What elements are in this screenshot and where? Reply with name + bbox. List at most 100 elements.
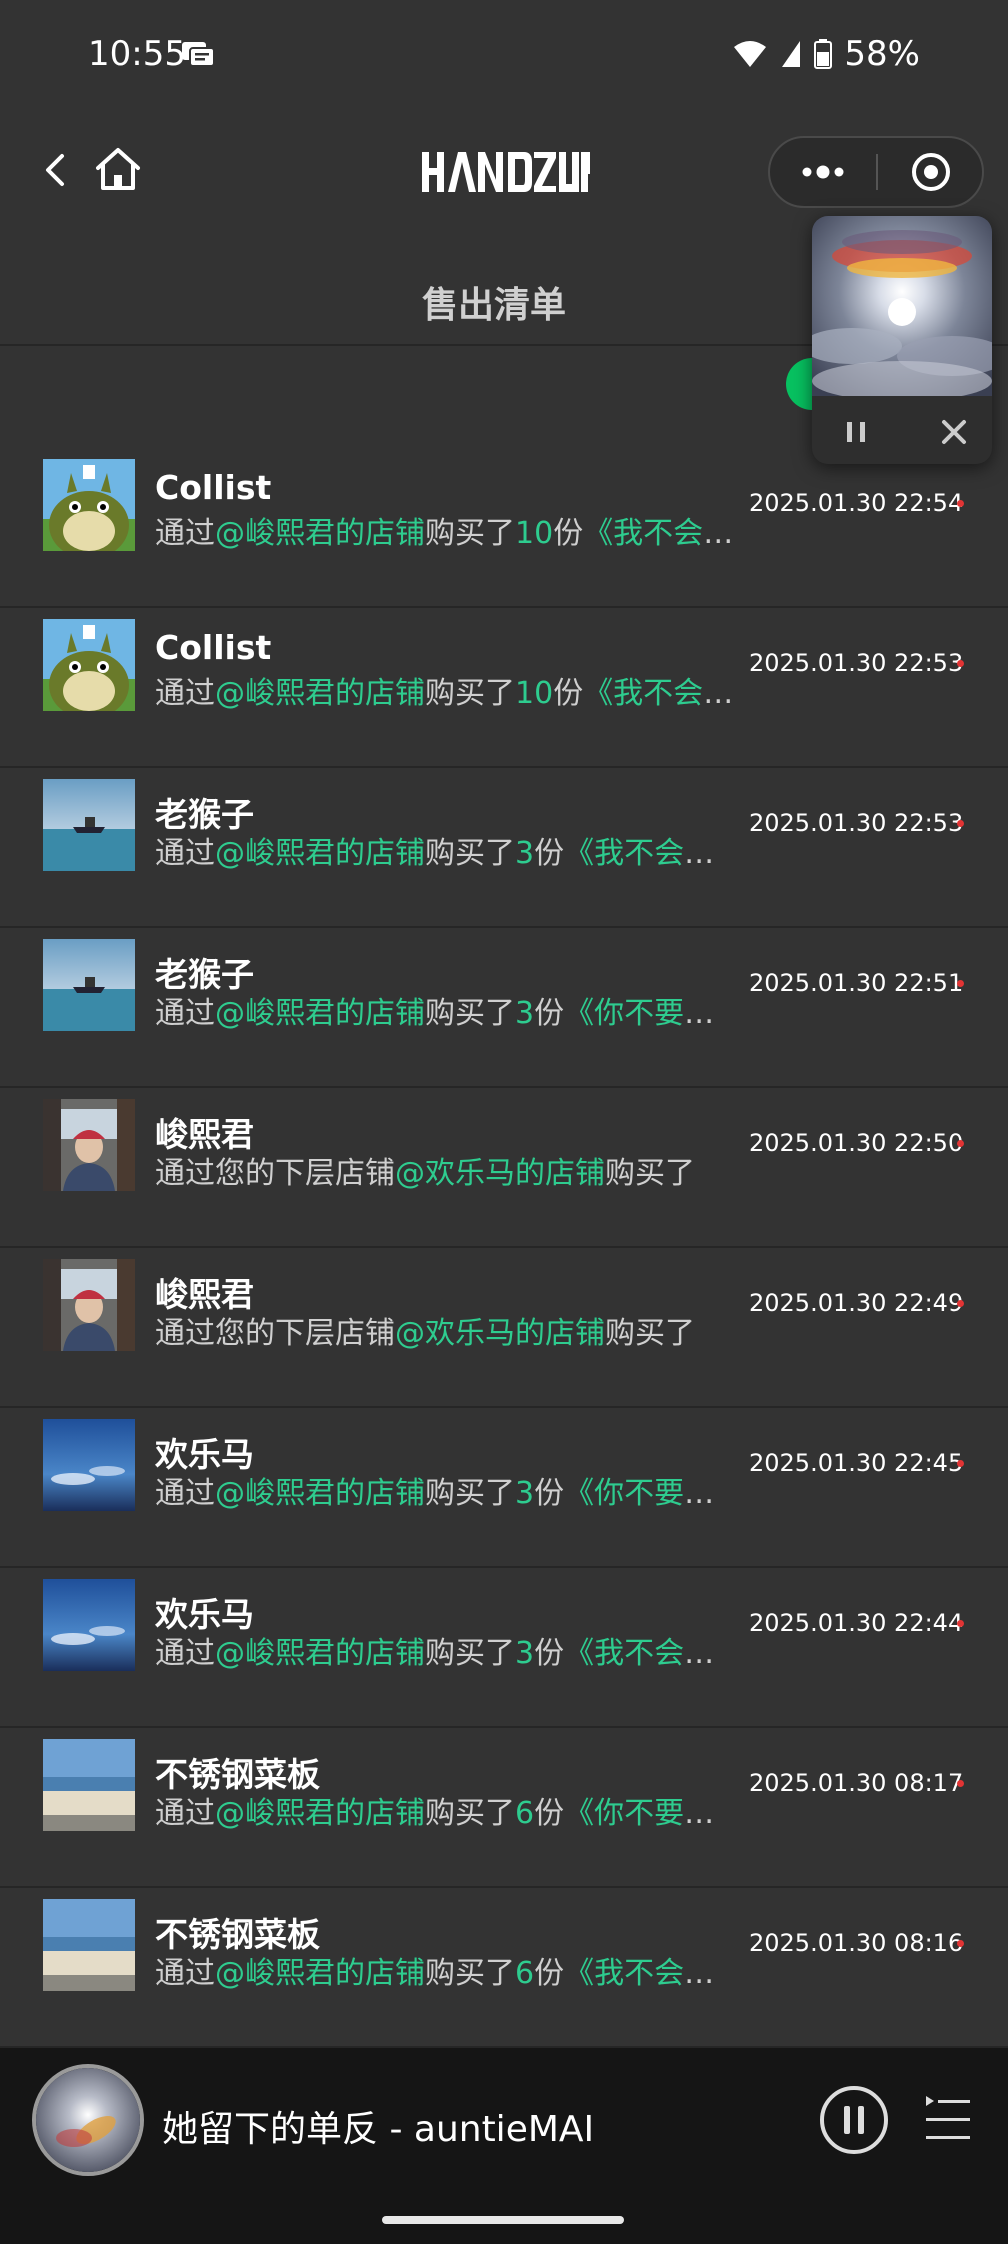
avatar — [43, 939, 135, 1031]
floating-player[interactable] — [812, 216, 992, 464]
unread-dot — [957, 500, 964, 507]
shop-link[interactable]: @峻熙君的店铺 — [215, 1956, 425, 1991]
desc-prefix: 通过 — [155, 1636, 215, 1671]
list-item[interactable]: 欢乐马 通过@峻熙君的店铺购买了3份《我不会问你 2025.01.30 22:4… — [0, 1568, 1008, 1728]
unread-dot — [957, 820, 964, 827]
unit: 份 — [534, 996, 565, 1031]
status-time: 10:55 — [88, 34, 186, 74]
more-icon — [802, 165, 844, 179]
timestamp: 2025.01.30 08:16 — [749, 1929, 964, 1957]
purchase-description: 通过@峻熙君的店铺购买了6份《你不要再问 — [155, 1788, 737, 1832]
purchase-description: 通过@峻熙君的店铺购买了3份《你不要再问 — [155, 988, 737, 1032]
timestamp: 2025.01.30 22:49 — [749, 1289, 964, 1317]
unit: 份 — [553, 676, 584, 711]
avatar — [43, 1419, 135, 1511]
target-icon — [912, 153, 950, 191]
purchase-description: 通过@峻熙君的店铺购买了3份《我不会问你 — [155, 828, 737, 872]
desc-verb: 购买了 — [425, 1796, 515, 1831]
desc-verb: 购买了 — [605, 1316, 695, 1351]
item-title: 《你不要再问 — [564, 1796, 737, 1831]
purchase-description: 通过您的下层店铺@欢乐马的店铺购买了 — [155, 1148, 737, 1192]
sales-list: Collist 通过@峻熙君的店铺购买了10份《我不会问你 2025.01.30… — [0, 448, 1008, 2048]
list-item[interactable]: 不锈钢菜板 通过@峻熙君的店铺购买了6份《我不会问你 2025.01.30 08… — [0, 1888, 1008, 2048]
more-button[interactable] — [770, 138, 876, 206]
purchase-description: 通过@峻熙君的店铺购买了3份《你不要再问 — [155, 1468, 737, 1512]
desc-verb: 购买了 — [605, 1156, 695, 1191]
unread-dot — [957, 1620, 964, 1627]
purchase-description: 通过@峻熙君的店铺购买了6份《我不会问你 — [155, 1948, 737, 1992]
unread-dot — [957, 1940, 964, 1947]
desc-prefix: 通过 — [155, 996, 215, 1031]
desc-prefix: 通过您的下层店铺 — [155, 1316, 395, 1351]
close-miniprogram-button[interactable] — [878, 138, 984, 206]
avatar — [43, 1899, 135, 1991]
battery-icon — [814, 39, 833, 69]
shop-link[interactable]: @峻熙君的店铺 — [215, 676, 425, 711]
list-item[interactable]: 老猴子 通过@峻熙君的店铺购买了3份《我不会问你 2025.01.30 22:5… — [0, 768, 1008, 928]
shop-link[interactable]: @峻熙君的店铺 — [215, 1636, 425, 1671]
home-indicator[interactable] — [382, 2216, 624, 2224]
wifi-icon — [734, 41, 767, 67]
message-icon — [182, 42, 215, 67]
item-title: 《我不会问你 — [564, 1636, 737, 1671]
quantity: 3 — [515, 996, 535, 1031]
shop-link[interactable]: @欢乐马的店铺 — [395, 1316, 605, 1351]
shop-link[interactable]: @欢乐马的店铺 — [395, 1156, 605, 1191]
unread-dot — [957, 1300, 964, 1307]
quantity: 10 — [515, 516, 554, 551]
list-item[interactable]: 峻熙君 通过您的下层店铺@欢乐马的店铺购买了 2025.01.30 22:49 — [0, 1248, 1008, 1408]
list-item[interactable]: 老猴子 通过@峻熙君的店铺购买了3份《你不要再问 2025.01.30 22:5… — [0, 928, 1008, 1088]
unit: 份 — [534, 1956, 565, 1991]
unread-dot — [957, 980, 964, 987]
avatar — [43, 779, 135, 871]
audio-bar[interactable]: 她留下的单反 - auntieMAI — [0, 2048, 1008, 2244]
playlist-icon[interactable] — [922, 2092, 974, 2148]
shop-link[interactable]: @峻熙君的店铺 — [215, 1476, 425, 1511]
item-title: 《我不会问你 — [583, 676, 737, 711]
pause-icon[interactable] — [832, 408, 880, 456]
desc-prefix: 通过 — [155, 836, 215, 871]
unit: 份 — [553, 516, 584, 551]
back-icon[interactable] — [36, 142, 72, 198]
timestamp: 2025.01.30 22:54 — [749, 489, 964, 517]
avatar — [43, 1099, 135, 1191]
shop-link[interactable]: @峻熙君的店铺 — [215, 836, 425, 871]
quantity: 6 — [515, 1956, 535, 1991]
desc-prefix: 通过 — [155, 1956, 215, 1991]
purchase-description: 通过您的下层店铺@欢乐马的店铺购买了 — [155, 1308, 737, 1352]
desc-prefix: 通过 — [155, 676, 215, 711]
signal-icon — [782, 41, 801, 67]
timestamp: 2025.01.30 22:50 — [749, 1129, 964, 1157]
audio-title: 她留下的单反 - auntieMAI — [162, 2109, 595, 2150]
shop-link[interactable]: @峻熙君的店铺 — [215, 1796, 425, 1831]
avatar — [43, 1259, 135, 1351]
timestamp: 2025.01.30 22:53 — [749, 649, 964, 677]
list-item[interactable]: Collist 通过@峻熙君的店铺购买了10份《我不会问你 2025.01.30… — [0, 608, 1008, 768]
item-title: 《我不会问你 — [564, 836, 737, 871]
desc-prefix: 通过您的下层店铺 — [155, 1156, 395, 1191]
buyer-name: Collist — [155, 468, 272, 507]
buyer-name: Collist — [155, 628, 272, 667]
desc-verb: 购买了 — [425, 836, 515, 871]
desc-verb: 购买了 — [425, 516, 515, 551]
timestamp: 2025.01.30 22:53 — [749, 809, 964, 837]
purchase-description: 通过@峻熙君的店铺购买了10份《我不会问你 — [155, 668, 737, 712]
avatar — [43, 619, 135, 711]
close-icon[interactable] — [930, 408, 978, 456]
list-item[interactable]: Collist 通过@峻熙君的店铺购买了10份《我不会问你 2025.01.30… — [0, 448, 1008, 608]
pause-icon[interactable] — [818, 2084, 890, 2156]
list-item[interactable]: 欢乐马 通过@峻熙君的店铺购买了3份《你不要再问 2025.01.30 22:4… — [0, 1408, 1008, 1568]
purchase-description: 通过@峻熙君的店铺购买了10份《我不会问你 — [155, 508, 737, 552]
shop-link[interactable]: @峻熙君的店铺 — [215, 996, 425, 1031]
item-title: 《你不要再问 — [564, 996, 737, 1031]
cover-art — [812, 216, 992, 396]
unit: 份 — [534, 1636, 565, 1671]
timestamp: 2025.01.30 22:51 — [749, 969, 964, 997]
home-icon[interactable] — [92, 142, 144, 198]
item-title: 《我不会问你 — [564, 1956, 737, 1991]
list-item[interactable]: 峻熙君 通过您的下层店铺@欢乐马的店铺购买了 2025.01.30 22:50 — [0, 1088, 1008, 1248]
desc-prefix: 通过 — [155, 516, 215, 551]
shop-link[interactable]: @峻熙君的店铺 — [215, 516, 425, 551]
list-item[interactable]: 不锈钢菜板 通过@峻熙君的店铺购买了6份《你不要再问 2025.01.30 08… — [0, 1728, 1008, 1888]
timestamp: 2025.01.30 22:44 — [749, 1609, 964, 1637]
